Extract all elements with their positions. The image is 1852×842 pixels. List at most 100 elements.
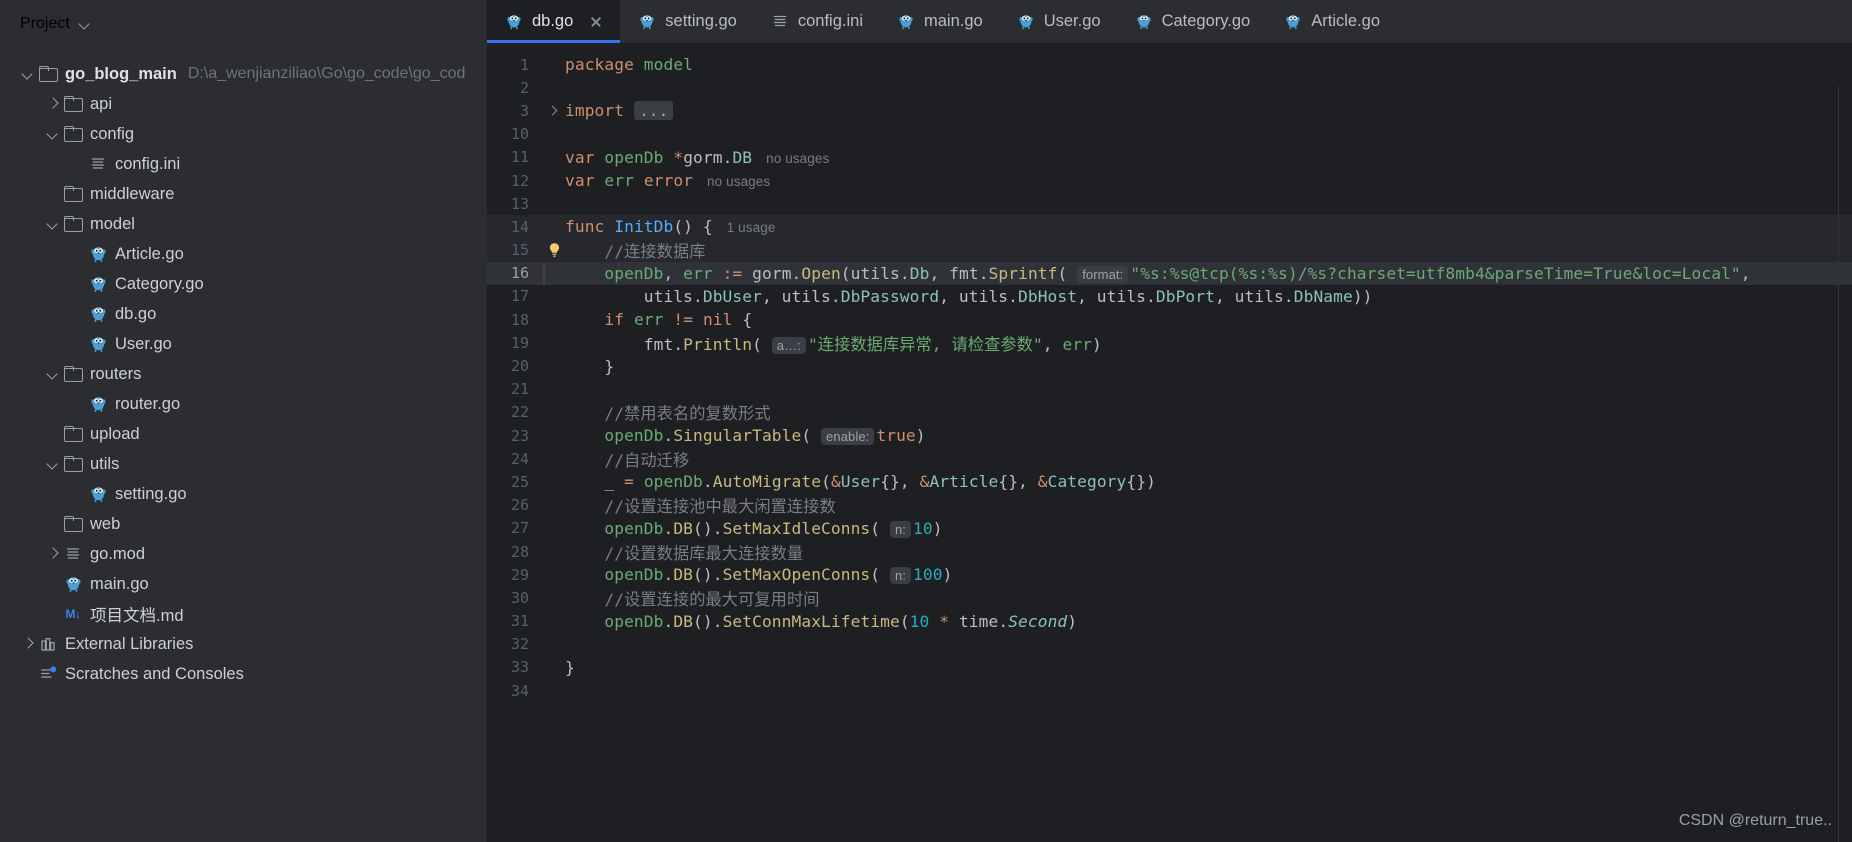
gutter-marker-column[interactable] xyxy=(543,494,565,517)
intention-bulb-icon[interactable] xyxy=(547,242,562,264)
gutter-marker-column[interactable] xyxy=(543,308,565,331)
chevron-down-icon[interactable] xyxy=(45,456,61,472)
code-line[interactable]: 33} xyxy=(487,656,1852,679)
code-line[interactable]: 15 //连接数据库 xyxy=(487,238,1852,262)
code-line[interactable]: 17 utils.DbUser, utils.DbPassword, utils… xyxy=(487,285,1852,308)
code-line[interactable]: 3 import ... xyxy=(487,99,1852,122)
chevron-down-icon[interactable] xyxy=(79,18,91,30)
gutter-marker-column[interactable] xyxy=(543,378,565,401)
code-line[interactable]: 30 //设置连接的最大可复用时间 xyxy=(487,586,1852,609)
gutter-marker-column[interactable] xyxy=(543,239,565,262)
code-line[interactable]: 12 var err error no usages xyxy=(487,169,1852,192)
tree-item-config.ini[interactable]: config.ini xyxy=(0,149,487,179)
tree-item-.md[interactable]: M↓ 项目文档.md xyxy=(0,599,487,629)
tab-maingo[interactable]: main.go xyxy=(879,0,999,43)
chevron-right-icon[interactable] xyxy=(45,546,61,562)
tree-item-utils[interactable]: utils xyxy=(0,449,487,479)
code-line[interactable]: 11 var openDb *gorm.DB no usages xyxy=(487,146,1852,169)
tab-configini[interactable]: config.ini xyxy=(753,0,879,43)
gutter-marker-column[interactable] xyxy=(543,656,565,679)
tree-item-setting.go[interactable]: setting.go xyxy=(0,479,487,509)
gutter-marker-column[interactable] xyxy=(543,679,565,702)
code-line[interactable]: 28 //设置数据库最大连接数量 xyxy=(487,540,1852,563)
code-line[interactable]: 29 openDb.DB().SetMaxOpenConns( n: 100) xyxy=(487,563,1852,586)
code-line[interactable]: 2 xyxy=(487,76,1852,99)
gutter-marker-column[interactable] xyxy=(543,262,565,285)
gutter-marker-column[interactable] xyxy=(543,470,565,493)
tree-item-config[interactable]: config xyxy=(0,119,487,149)
code-line[interactable]: 21 xyxy=(487,378,1852,401)
tree-item-web[interactable]: web xyxy=(0,509,487,539)
code-line[interactable]: 34 xyxy=(487,679,1852,702)
tree-item-api[interactable]: api xyxy=(0,89,487,119)
tree-item-model[interactable]: model xyxy=(0,209,487,239)
tree-item-main.go[interactable]: main.go xyxy=(0,569,487,599)
tree-item-router.go[interactable]: router.go xyxy=(0,389,487,419)
tab-usergo[interactable]: User.go xyxy=(999,0,1117,43)
tab-dbgo[interactable]: db.go xyxy=(487,0,621,43)
tab-categorygo[interactable]: Category.go xyxy=(1117,0,1267,43)
chevron-right-icon[interactable] xyxy=(45,96,61,112)
chevron-right-icon[interactable] xyxy=(20,636,36,652)
close-icon[interactable] xyxy=(588,14,604,30)
gutter-marker-column[interactable] xyxy=(543,285,565,308)
code-line[interactable]: 23 openDb.SingularTable( enable: true) xyxy=(487,424,1852,447)
gutter-marker-column[interactable] xyxy=(543,586,565,609)
chevron-down-icon[interactable] xyxy=(20,66,36,82)
tree-item-scratchesandconsoles[interactable]: Scratches and Consoles xyxy=(0,659,487,689)
tree-item-middleware[interactable]: middleware xyxy=(0,179,487,209)
tab-articlego[interactable]: Article.go xyxy=(1266,0,1396,43)
tree-item-db.go[interactable]: db.go xyxy=(0,299,487,329)
code-line[interactable]: 19 fmt.Println( a…: "连接数据库异常, 请检查参数", err… xyxy=(487,331,1852,354)
gutter-marker-column[interactable] xyxy=(543,447,565,470)
code-line[interactable]: 20 } xyxy=(487,354,1852,377)
chevron-down-icon[interactable] xyxy=(45,126,61,142)
code-line[interactable]: 14 func InitDb() {1 usage xyxy=(487,215,1852,239)
code-line[interactable]: 32 xyxy=(487,633,1852,656)
gutter-marker-column[interactable] xyxy=(543,354,565,377)
project-panel-header[interactable]: Project xyxy=(0,0,487,47)
gutter-marker-column[interactable] xyxy=(543,169,565,192)
code-line[interactable]: 16 openDb, err := gorm.Open(utils.Db, fm… xyxy=(487,261,1852,285)
gutter-marker-column[interactable] xyxy=(543,424,565,447)
code-line[interactable]: 10 xyxy=(487,123,1852,146)
code-line[interactable]: 1 package model xyxy=(487,53,1852,76)
chevron-down-icon[interactable] xyxy=(45,216,61,232)
tree-item-article.go[interactable]: Article.go xyxy=(0,239,487,269)
tree-item-user.go[interactable]: User.go xyxy=(0,329,487,359)
code-line[interactable]: 24 //自动迁移 xyxy=(487,447,1852,470)
code-editor[interactable]: 1 package model 2 3 import ... 10 11 var openDb… xyxy=(487,43,1852,842)
editor-tab-bar[interactable]: db.go setting.go config.ini main.go User… xyxy=(487,0,1852,43)
tab-settinggo[interactable]: setting.go xyxy=(620,0,753,43)
gutter-marker-column[interactable] xyxy=(543,76,565,99)
gutter-marker-column[interactable] xyxy=(543,517,565,540)
gutter-marker-column[interactable] xyxy=(543,99,565,122)
gutter-marker-column[interactable] xyxy=(543,123,565,146)
gutter-marker-column[interactable] xyxy=(543,563,565,586)
gutter-marker-column[interactable] xyxy=(543,540,565,563)
gutter-marker-column[interactable] xyxy=(543,633,565,656)
code-line[interactable]: 22 //禁用表名的复数形式 xyxy=(487,401,1852,424)
gutter-marker-column[interactable] xyxy=(543,401,565,424)
code-line[interactable]: 27 openDb.DB().SetMaxIdleConns( n: 10) xyxy=(487,517,1852,540)
code-line[interactable]: 26 //设置连接池中最大闲置连接数 xyxy=(487,494,1852,517)
code-line[interactable]: 31 openDb.DB().SetConnMaxLifetime(10 * t… xyxy=(487,610,1852,633)
tree-item-upload[interactable]: upload xyxy=(0,419,487,449)
gutter-marker-column[interactable] xyxy=(543,192,565,215)
tree-item-go.mod[interactable]: go.mod xyxy=(0,539,487,569)
gutter-marker-column[interactable] xyxy=(543,53,565,76)
tree-item-goblogmain[interactable]: go_blog_main D:\a_wenjianziliao\Go\go_cod… xyxy=(0,59,487,89)
project-tree[interactable]: go_blog_main D:\a_wenjianziliao\Go\go_cod… xyxy=(0,47,487,689)
tree-item-routers[interactable]: routers xyxy=(0,359,487,389)
tree-item-category.go[interactable]: Category.go xyxy=(0,269,487,299)
code-line[interactable]: 25 _ = openDb.AutoMigrate(&User{}, &Arti… xyxy=(487,470,1852,493)
gutter-marker-column[interactable] xyxy=(543,215,565,238)
gutter-marker-column[interactable] xyxy=(543,146,565,169)
tree-item-externallibraries[interactable]: External Libraries xyxy=(0,629,487,659)
code-line[interactable]: 13 xyxy=(487,192,1852,215)
code-line[interactable]: 18 if err != nil { xyxy=(487,308,1852,331)
gutter-marker-column[interactable] xyxy=(543,331,565,354)
chevron-right-icon[interactable] xyxy=(543,99,565,122)
chevron-down-icon[interactable] xyxy=(45,366,61,382)
gutter-marker-column[interactable] xyxy=(543,610,565,633)
